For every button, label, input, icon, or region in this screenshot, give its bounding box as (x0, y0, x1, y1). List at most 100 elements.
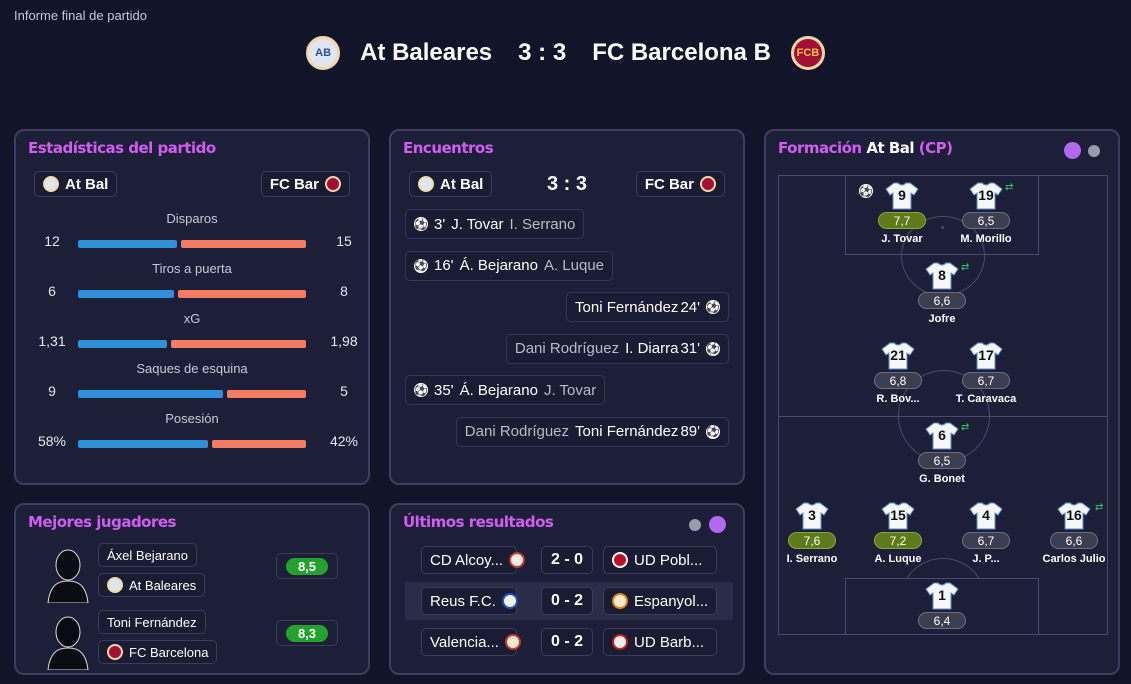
formation-player[interactable]: 8 ⇄ 6,6 Jofre (897, 262, 987, 325)
formation-player[interactable]: 21 6,8 R. Bov... (853, 342, 943, 405)
stat-home-value: 12 (44, 233, 60, 249)
player-rating: 6,7 (962, 372, 1010, 389)
event-scorer: Toni Fernández (575, 423, 679, 440)
stat-row: 95 (34, 383, 354, 403)
event-assist: J. Tovar (543, 381, 597, 399)
results-panel: Últimos resultados CD Alcoy... 2 - 0 UD Po… (389, 503, 745, 675)
event-away[interactable]: Toni Fernández 24' ⚽ (566, 292, 729, 322)
shirt-number: 9 (898, 187, 906, 203)
stat-row: 12 15 (34, 233, 354, 253)
event-away[interactable]: Dani Rodríguez I. Diarra 31' ⚽ (505, 333, 729, 364)
result-row[interactable]: CD Alcoy... 2 - 0 UD Pobl... (405, 541, 733, 579)
result-score: 0 - 2 (541, 628, 593, 656)
page-dot-2[interactable] (709, 516, 726, 533)
result-row[interactable]: Valencia... 0 - 2 UD Barb... (405, 623, 733, 661)
player-name: M. Morillo (960, 233, 1012, 245)
formation-dot-2[interactable] (1088, 145, 1100, 157)
stats-title: Estadísticas del partido (28, 139, 216, 157)
ball-icon: ⚽ (414, 383, 428, 397)
event-home[interactable]: ⚽ 3' J. Tovar I. Serrano (405, 209, 585, 239)
formation-title: Formación At Bal (CP) (778, 139, 953, 157)
player-name: R. Bov... (876, 393, 920, 405)
best-players-title: Mejores jugadores (28, 513, 177, 531)
best-player-team[interactable]: At Baleares (98, 573, 206, 597)
stat-row: 1,31 1,98 (34, 333, 357, 353)
stat-home-bar (78, 240, 177, 248)
event-home[interactable]: ⚽ 16' Á. Bejarano A. Luque (405, 250, 614, 281)
shirt-icon: 4 (969, 502, 1003, 530)
best-player-name[interactable]: Toni Fernández (98, 610, 206, 634)
team-crest-icon (612, 593, 628, 609)
ball-icon: ⚽ (414, 258, 428, 273)
stat-home-value: 58% (37, 433, 67, 449)
stat-away-value: 5 (340, 383, 348, 399)
event-home[interactable]: ⚽ 35' Á. Bejarano J. Tovar (405, 375, 606, 405)
shirt-icon: 9 (885, 182, 919, 210)
stat-row: 58% 42% (34, 433, 358, 453)
player-rating: 6,7 (962, 532, 1010, 549)
shirt-icon: 3 (795, 502, 829, 530)
formation-player[interactable]: 15 7,2 A. Luque (853, 502, 943, 565)
stat-home-bar (78, 290, 174, 298)
shirt-number: 17 (978, 347, 994, 363)
stat-home-value: 9 (48, 383, 56, 399)
substitution-icon: ⇄ (1005, 182, 1014, 193)
stat-home-value: 6 (48, 283, 56, 299)
pitch: 9 ⚽ 7,7 J. Tovar 19 ⇄ 6,5 M. Morillo 8 ⇄ 6,6 Jofre 2… (778, 175, 1108, 635)
stat-label: xG (183, 311, 201, 326)
event-minute: 16' (434, 257, 454, 274)
shirt-icon: 8 (925, 262, 959, 290)
stat-label: Posesión (165, 411, 219, 426)
player-name: A. Luque (874, 553, 922, 565)
stat-row: 68 (34, 283, 354, 303)
formation-player[interactable]: 6 ⇄ 6,5 G. Bonet (897, 422, 987, 485)
goal-ball-icon: ⚽ (859, 184, 873, 198)
result-score: 2 - 0 (541, 546, 593, 574)
shirt-icon: 17 (969, 342, 1003, 370)
best-player-name[interactable]: Áxel Bejarano (98, 543, 197, 567)
player-name: J. Tovar (881, 233, 923, 245)
page-dot-1[interactable] (689, 519, 701, 531)
events-away-team: FC Bar (635, 171, 725, 197)
substitution-icon: ⇄ (961, 262, 970, 273)
stat-away-bar (171, 340, 306, 348)
stat-away-value: 8 (340, 283, 348, 299)
match-header: AB At Baleares 3 : 3 FC Barcelona B FCB (0, 30, 1131, 76)
shirt-icon: 21 (881, 342, 915, 370)
player-name: J. P... (972, 553, 1000, 565)
event-away[interactable]: Dani Rodríguez Toni Fernández 89' ⚽ (455, 416, 729, 447)
stat-away-bar (212, 440, 306, 448)
stat-label: Tiros a puerta (152, 261, 232, 276)
shirt-number: 16 (1066, 507, 1082, 523)
result-away-team: Espanyol... (603, 587, 717, 615)
formation-player[interactable]: 4 6,7 J. P... (941, 502, 1031, 565)
ball-icon: ⚽ (706, 341, 720, 356)
formation-player[interactable]: 1 6,4 Pablo Garc... (897, 582, 987, 634)
player-name: T. Caravaca (955, 393, 1017, 405)
stat-away-bar (227, 390, 306, 398)
best-player-rating: 8,5 (276, 553, 338, 579)
shirt-number: 15 (890, 507, 906, 523)
formation-player[interactable]: 16 ⇄ 6,6 Carlos Julio (1029, 502, 1107, 565)
best-player-team[interactable]: FC Barcelona (98, 640, 218, 664)
ball-icon: ⚽ (706, 424, 720, 439)
formation-player[interactable]: 3 7,6 I. Serrano (779, 502, 857, 565)
home-team-name: At Baleares (360, 39, 493, 66)
result-away-team: UD Barb... (603, 628, 717, 656)
formation-player[interactable]: 17 6,7 T. Caravaca (941, 342, 1031, 405)
player-name: Pablo Garc... (897, 633, 987, 634)
formation-player[interactable]: 19 ⇄ 6,5 M. Morillo (941, 182, 1031, 245)
away-crest-icon (325, 176, 341, 192)
formation-player[interactable]: 9 ⚽ 7,7 J. Tovar (857, 182, 947, 245)
team-crest-icon (107, 577, 123, 593)
event-minute: 31' (680, 340, 700, 357)
shirt-number: 19 (978, 187, 994, 203)
player-name: I. Serrano (786, 553, 838, 565)
result-row[interactable]: Reus F.C. 0 - 2 Espanyol... (405, 582, 733, 620)
home-crest-icon: AB (306, 36, 341, 70)
results-title: Últimos resultados (403, 513, 554, 531)
shirt-icon: 1 (925, 582, 959, 610)
stat-label: Disparos (166, 211, 218, 226)
formation-dot-1[interactable] (1064, 142, 1081, 159)
player-rating: 6,6 (918, 292, 966, 309)
